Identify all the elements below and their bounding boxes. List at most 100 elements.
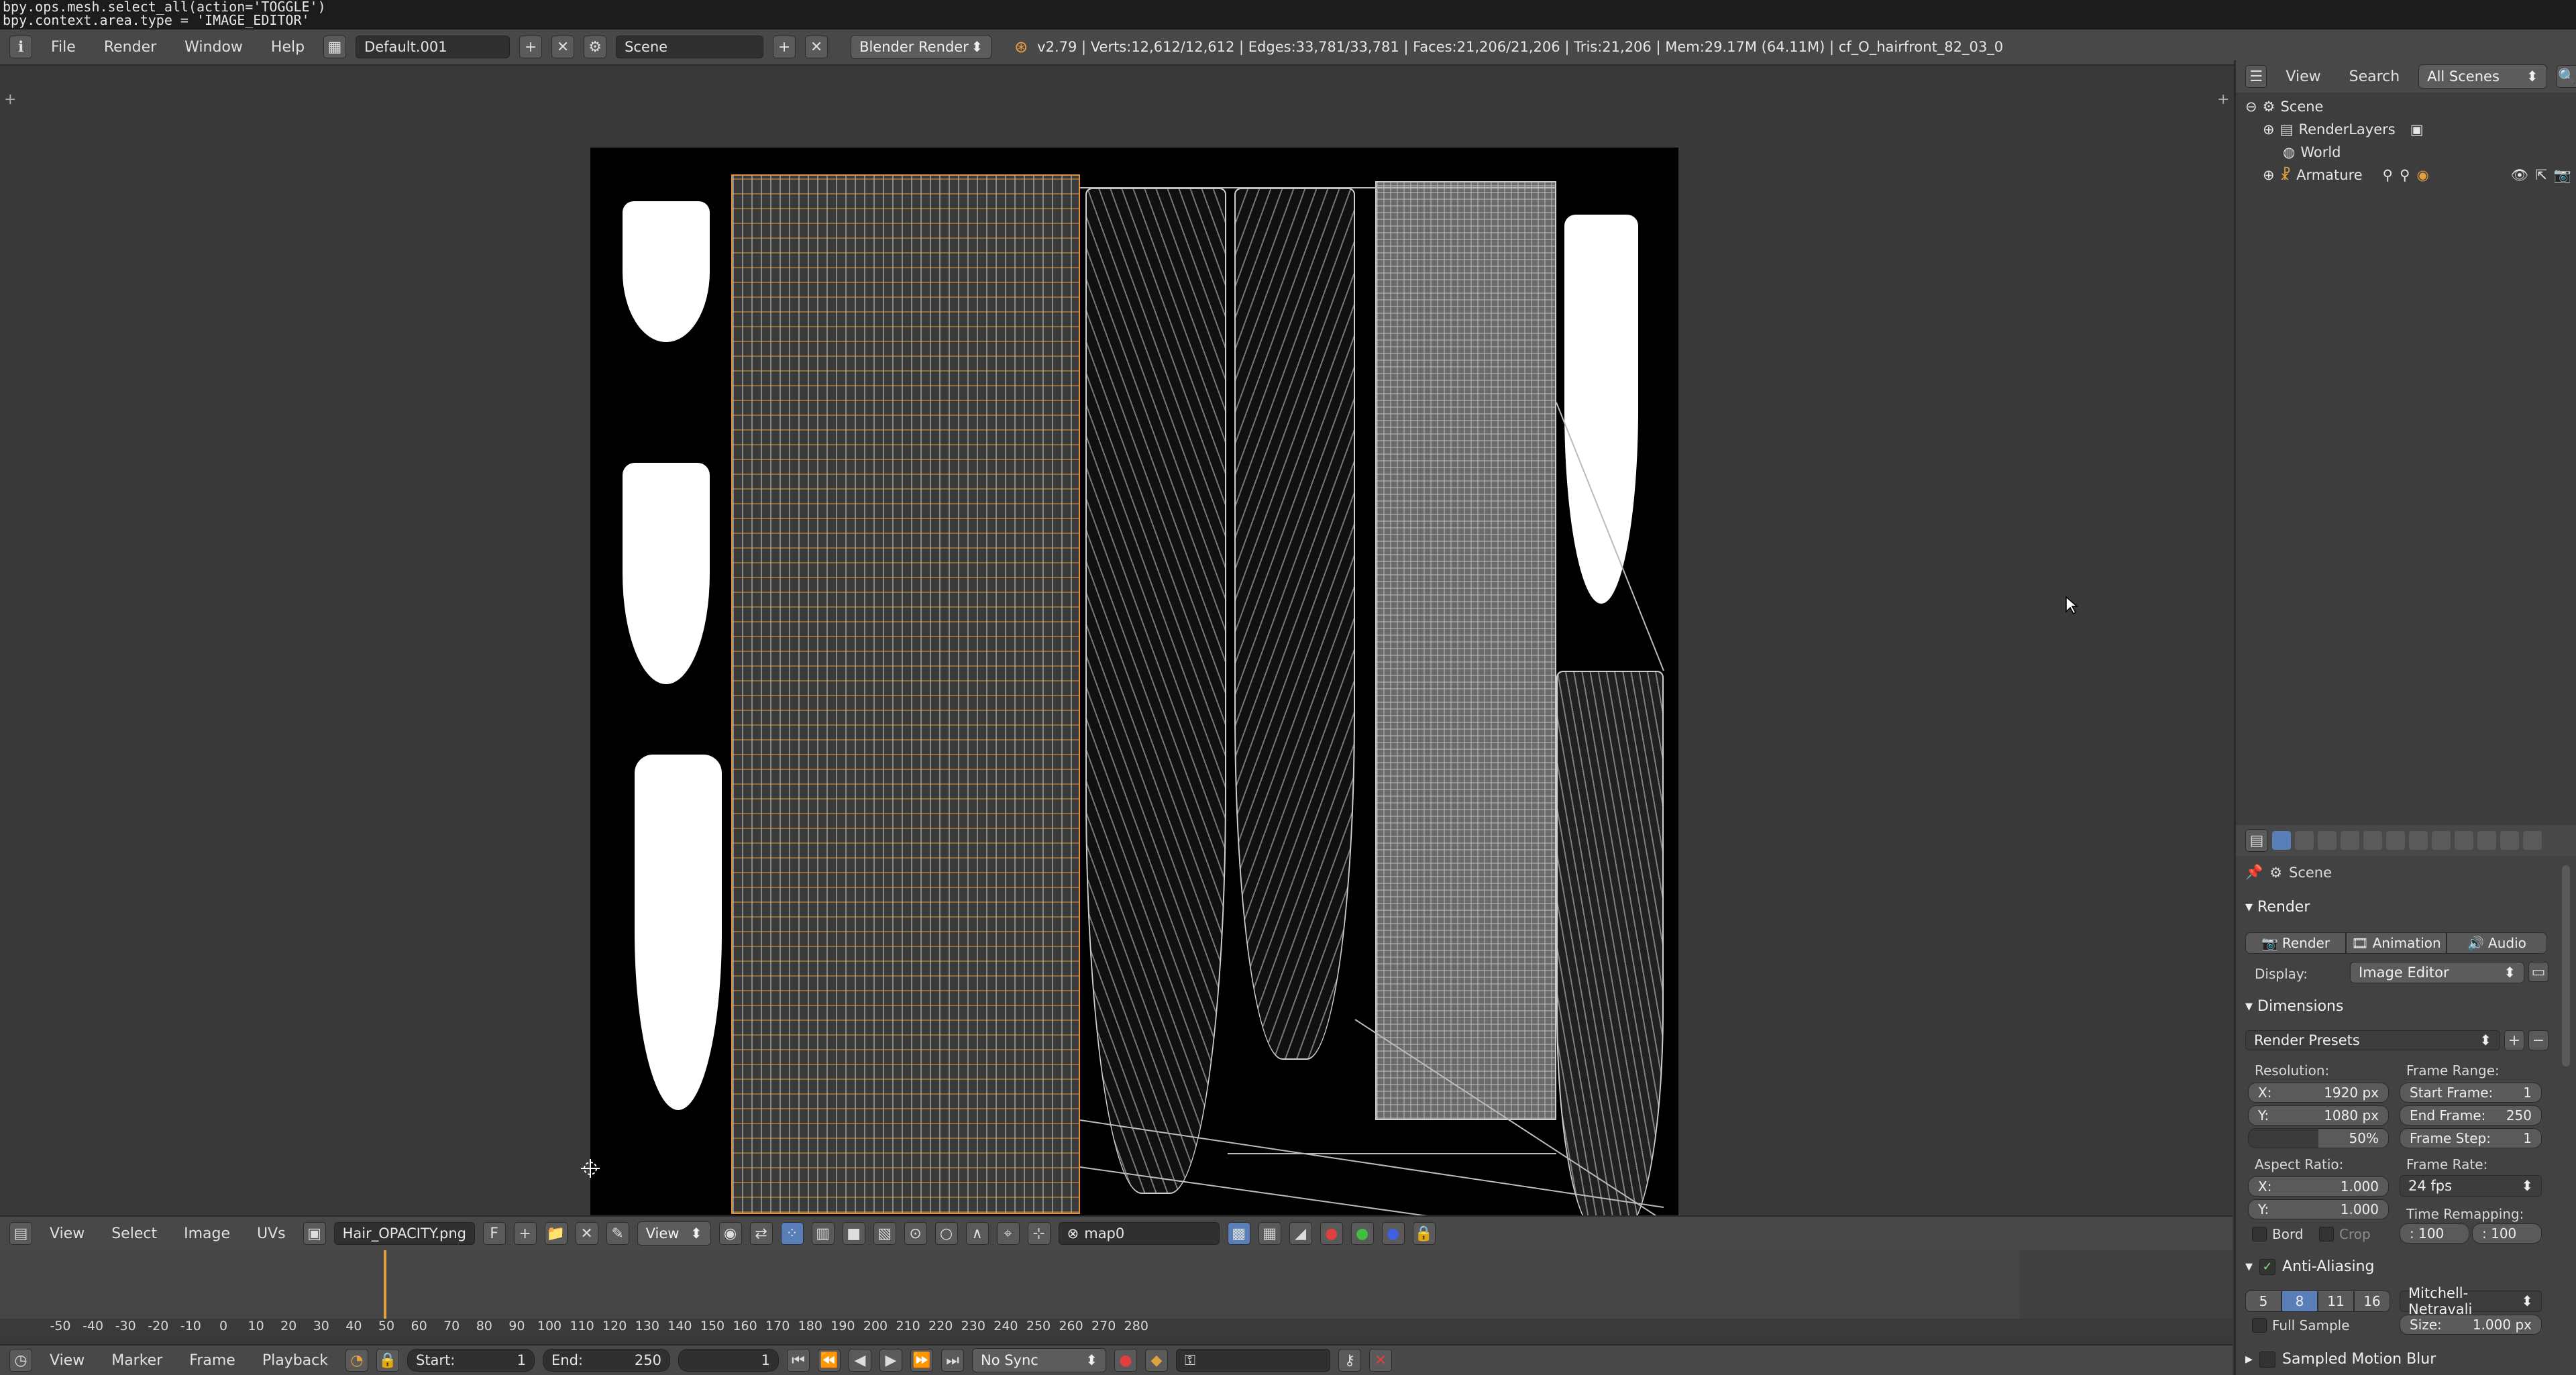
time-remap-new-field[interactable]: : 100 [2472, 1223, 2542, 1244]
jump-start-icon[interactable]: ⏮ [786, 1349, 810, 1372]
outliner-filter-dropdown[interactable]: All Scenes ⬍ [2418, 64, 2547, 89]
scene-tab-icon[interactable] [2318, 831, 2337, 850]
material-tab-icon[interactable] [2455, 831, 2473, 850]
area-split-plus-icon-right[interactable]: + [2217, 91, 2229, 108]
current-frame-field[interactable]: 1 [678, 1349, 779, 1372]
area-split-plus-icon[interactable]: + [4, 91, 16, 108]
draw-channels-icon[interactable]: ▩ [1227, 1222, 1250, 1245]
unlink-image-icon[interactable]: ✕ [575, 1222, 598, 1245]
border-checkbox[interactable]: Bord [2252, 1226, 2304, 1242]
render-button[interactable]: 📷 Render [2245, 932, 2346, 954]
island-select-icon[interactable]: ▧ [873, 1222, 896, 1245]
uv-map-field[interactable]: ⊗ map0 [1058, 1222, 1220, 1245]
play-icon[interactable]: ▶ [879, 1349, 902, 1372]
face-select-icon[interactable]: ■ [842, 1222, 865, 1245]
editor-type-icon[interactable]: ▤ [9, 1222, 32, 1245]
alpha-icon[interactable]: ▦ [1258, 1222, 1281, 1245]
dimensions-panel-header[interactable]: ▾ Dimensions [2245, 998, 2343, 1015]
menu-file[interactable]: File [42, 39, 85, 56]
checkbox-icon[interactable] [2259, 1351, 2276, 1368]
remove-screen-icon[interactable]: ✕ [551, 36, 575, 58]
open-image-icon[interactable]: 📁 [544, 1222, 568, 1245]
fake-user-button[interactable]: F [482, 1222, 506, 1245]
visibility-eye-icon[interactable]: 👁 [2511, 167, 2529, 184]
sticky-select-icon[interactable]: ⊙ [904, 1222, 927, 1245]
image-browse-icon[interactable]: ▣ [303, 1222, 326, 1245]
keying-set-field[interactable]: ⚿ [1175, 1349, 1330, 1372]
jump-keyframe-forward-icon[interactable]: ⏩ [910, 1349, 933, 1372]
texture-tab-icon[interactable] [2477, 831, 2496, 850]
menu-uvs[interactable]: UVs [248, 1225, 295, 1242]
vertex-select-icon[interactable]: ⁘ [780, 1222, 804, 1245]
image-name-field[interactable]: Hair_OPACITY.png [333, 1222, 475, 1245]
render-panel-header[interactable]: ▾ Render [2245, 899, 2310, 916]
add-preset-icon[interactable]: + [2504, 1030, 2524, 1050]
jump-end-icon[interactable]: ⏭ [941, 1349, 964, 1372]
menu-image[interactable]: Image [174, 1225, 239, 1242]
timeline-editor-type-icon[interactable]: ◷ [9, 1349, 32, 1372]
blue-channel-icon[interactable]: ● [1381, 1222, 1405, 1245]
green-channel-icon[interactable]: ● [1350, 1222, 1374, 1245]
new-image-icon[interactable]: + [513, 1222, 537, 1245]
uv-texture-canvas[interactable] [590, 148, 1678, 1235]
remove-scene-icon[interactable]: ✕ [805, 36, 828, 58]
z-buffer-icon[interactable]: ◢ [1289, 1222, 1312, 1245]
start-frame-field[interactable]: Start: 1 [407, 1349, 535, 1372]
outliner-row-world[interactable]: ◍ World [2283, 141, 2341, 164]
start-frame-prop-field[interactable]: Start Frame: 1 [2400, 1083, 2542, 1103]
end-frame-prop-field[interactable]: End Frame: 250 [2400, 1105, 2542, 1125]
lock-range-icon[interactable]: 🔒 [376, 1349, 399, 1372]
aspect-y-field[interactable]: Y: 1.000 [2248, 1199, 2389, 1219]
resolution-percentage-slider[interactable]: 50% [2248, 1128, 2389, 1148]
aa-filter-dropdown[interactable]: Mitchell-Netravali ⬍ [2400, 1285, 2542, 1317]
modifiers-tab-icon[interactable] [2409, 831, 2428, 850]
full-sample-checkbox[interactable]: Full Sample [2252, 1317, 2350, 1333]
aa-size-field[interactable]: Size: 1.000 px [2400, 1315, 2542, 1335]
expand-icon[interactable]: ⊕ [2263, 121, 2275, 138]
jump-keyframe-back-icon[interactable]: ⏪ [817, 1349, 841, 1372]
aa-samples-16[interactable]: 16 [2354, 1290, 2390, 1312]
menu-window[interactable]: Window [175, 39, 252, 56]
crop-checkbox[interactable]: Crop [2319, 1226, 2371, 1242]
resolution-y-field[interactable]: Y: 1080 px [2248, 1105, 2389, 1125]
world-tab-icon[interactable] [2341, 831, 2359, 850]
lock-icon[interactable]: 🔒 [1412, 1222, 1436, 1245]
menu-marker[interactable]: Marker [102, 1352, 172, 1369]
scene-field[interactable]: Scene [616, 36, 764, 58]
menu-timeline-view[interactable]: View [40, 1352, 94, 1369]
outliner-search-icon[interactable]: 🔍 [2556, 65, 2576, 88]
proportional-edit-icon[interactable]: ○ [934, 1222, 958, 1245]
menu-frame[interactable]: Frame [180, 1352, 245, 1369]
data-tab-icon[interactable] [2432, 831, 2451, 850]
motion-blur-panel-header[interactable]: ▸ Sampled Motion Blur [2245, 1351, 2436, 1368]
properties-editor[interactable]: ▤ 📌 ⚙ Scene ▾ Render 📷 Render 🎞 Animation … [2234, 825, 2576, 1375]
snap-target-icon[interactable]: ⊹ [1027, 1222, 1051, 1245]
render-camera-icon[interactable]: 📷 [2554, 167, 2571, 184]
view-mode-dropdown[interactable]: View ⬍ [637, 1221, 711, 1246]
audio-button[interactable]: 🔊 Audio [2447, 932, 2547, 954]
snap-icon[interactable]: ⌖ [996, 1222, 1020, 1245]
end-frame-field[interactable]: End: 250 [542, 1349, 670, 1372]
menu-select[interactable]: Select [102, 1225, 166, 1242]
properties-scrollbar[interactable] [2562, 865, 2570, 1066]
delete-keyframe-icon[interactable]: ✕ [1368, 1349, 1392, 1372]
particles-tab-icon[interactable] [2500, 831, 2519, 850]
outliner-editor-type-icon[interactable]: ☰ [2245, 65, 2267, 88]
anti-aliasing-panel-header[interactable]: ▾ ✓ Anti-Aliasing [2245, 1258, 2374, 1275]
2d-cursor-icon[interactable] [581, 1159, 600, 1178]
edge-select-icon[interactable]: ▥ [811, 1222, 835, 1245]
menu-playback[interactable]: Playback [253, 1352, 337, 1369]
pin-icon[interactable]: ✎ [606, 1222, 629, 1245]
resolution-x-field[interactable]: X: 1920 px [2248, 1083, 2389, 1103]
timeline-area[interactable] [0, 1250, 2233, 1327]
add-screen-icon[interactable]: + [519, 36, 543, 58]
menu-render[interactable]: Render [95, 39, 166, 56]
insert-keyframe-icon[interactable]: ⚷ [1338, 1349, 1361, 1372]
timeline-frame-range[interactable] [0, 1250, 2019, 1325]
outliner-row-renderlayers[interactable]: ⊕ ▤ RenderLayers ▣ [2263, 118, 2424, 141]
properties-editor-type-icon[interactable]: ▤ [2245, 829, 2268, 852]
constraints-tab-icon[interactable] [2386, 831, 2405, 850]
play-reverse-icon[interactable]: ◀ [848, 1349, 871, 1372]
red-channel-icon[interactable]: ● [1320, 1222, 1343, 1245]
select-arrow-icon[interactable]: ⇱ [2535, 167, 2547, 183]
